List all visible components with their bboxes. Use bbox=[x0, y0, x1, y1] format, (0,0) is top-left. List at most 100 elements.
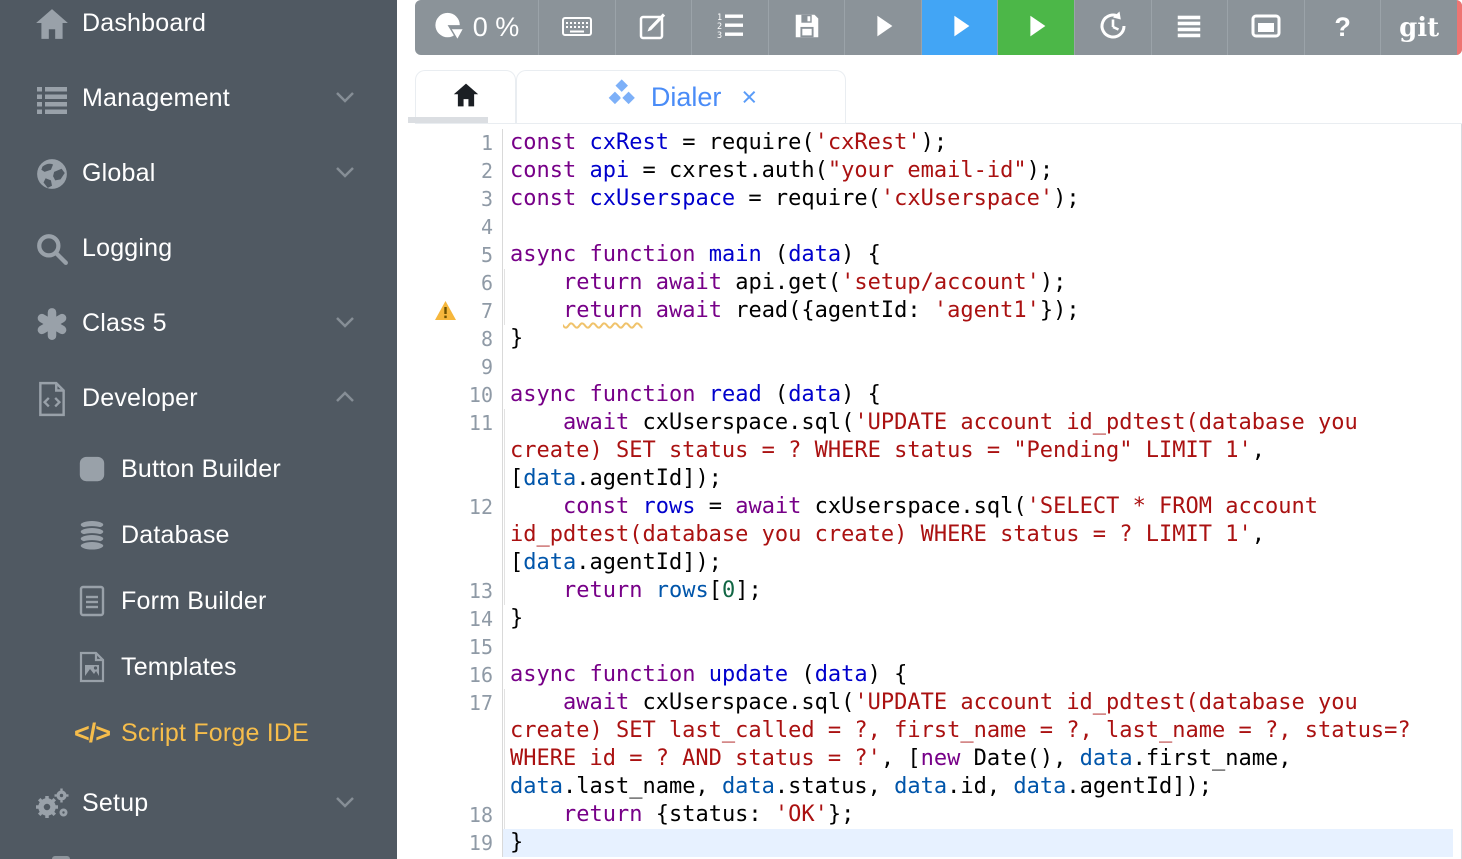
code-line-text[interactable]: return await api.get('setup/account'); bbox=[503, 269, 1453, 297]
tab-home[interactable] bbox=[415, 70, 516, 123]
sidebar-item-form-builder[interactable]: Form Builder bbox=[0, 568, 397, 634]
code-token[interactable]: data bbox=[523, 466, 576, 491]
code-token[interactable]: cxUserspace bbox=[589, 186, 735, 211]
code-line[interactable]: 15 bbox=[415, 633, 1461, 661]
code-token[interactable]: const bbox=[510, 158, 576, 183]
code-token[interactable]: const bbox=[510, 186, 576, 211]
code-token[interactable] bbox=[576, 242, 589, 267]
code-token[interactable]: [ bbox=[709, 578, 722, 603]
code-token[interactable]: await bbox=[656, 298, 722, 323]
code-token[interactable]: 'cxRest' bbox=[815, 130, 921, 155]
code-token[interactable] bbox=[510, 690, 563, 715]
sidebar-item-setup[interactable]: Setup bbox=[0, 766, 397, 841]
git-button[interactable]: git bbox=[1380, 0, 1457, 55]
code-token[interactable]: 0 bbox=[722, 578, 735, 603]
code-token[interactable]: = require( bbox=[735, 186, 881, 211]
code-token[interactable]: await bbox=[563, 690, 629, 715]
sidebar-item-script-forge-ide[interactable]: </> Script Forge IDE bbox=[0, 700, 397, 766]
code-token[interactable]: , [ bbox=[881, 746, 921, 771]
code-line-text[interactable]: const api = cxrest.auth("your email-id")… bbox=[503, 157, 1453, 185]
code-token[interactable] bbox=[576, 662, 589, 687]
code-line-text[interactable]: async function read (data) { bbox=[503, 381, 1453, 409]
progress-button[interactable]: 0 % bbox=[415, 0, 538, 55]
code-token[interactable]: }; bbox=[828, 802, 855, 827]
sidebar-item-class-5[interactable]: Class 5 bbox=[0, 286, 397, 361]
code-line[interactable]: 8} bbox=[415, 325, 1461, 353]
code-line-text[interactable]: } bbox=[503, 605, 1453, 633]
code-token[interactable] bbox=[510, 802, 563, 827]
code-token[interactable]: .first_name, bbox=[1133, 746, 1305, 771]
code-token[interactable]: Date(), bbox=[960, 746, 1079, 771]
code-token[interactable]: async bbox=[510, 382, 576, 407]
code-token[interactable] bbox=[510, 410, 563, 435]
code-line-text[interactable] bbox=[503, 353, 1453, 381]
code-token[interactable] bbox=[510, 270, 563, 295]
code-token[interactable]: function bbox=[589, 382, 695, 407]
code-token[interactable]: ) { bbox=[868, 662, 908, 687]
code-token[interactable] bbox=[695, 382, 708, 407]
code-token[interactable]: }); bbox=[1040, 298, 1080, 323]
code-token[interactable]: ); bbox=[1040, 270, 1067, 295]
code-token[interactable] bbox=[642, 578, 655, 603]
code-token[interactable]: } bbox=[510, 326, 523, 351]
code-token[interactable] bbox=[642, 298, 655, 323]
code-token[interactable]: api bbox=[589, 158, 629, 183]
code-token[interactable]: .last_name, bbox=[563, 774, 722, 799]
code-line-text[interactable]: const rows = await cxUserspace.sql('SELE… bbox=[503, 493, 1453, 577]
code-token[interactable] bbox=[642, 270, 655, 295]
code-token[interactable]: 'cxUserspace' bbox=[881, 186, 1053, 211]
keyboard-button[interactable] bbox=[538, 0, 615, 55]
code-line[interactable]: 16async function update (data) { bbox=[415, 661, 1461, 689]
code-token[interactable]: function bbox=[589, 242, 695, 267]
code-token[interactable]: data bbox=[1013, 774, 1066, 799]
code-line[interactable]: 5async function main (data) { bbox=[415, 241, 1461, 269]
code-token[interactable] bbox=[576, 186, 589, 211]
run-success-button[interactable] bbox=[997, 0, 1074, 55]
log-lines-button[interactable] bbox=[1151, 0, 1228, 55]
code-line[interactable]: 12 const rows = await cxUserspace.sql('S… bbox=[415, 493, 1461, 577]
code-token[interactable]: .agentId]); bbox=[576, 466, 722, 491]
code-token[interactable]: read({agentId: bbox=[722, 298, 934, 323]
code-line[interactable]: 13 return rows[0]; bbox=[415, 577, 1461, 605]
code-editor[interactable]: 1const cxRest = require('cxRest');2const… bbox=[415, 124, 1462, 859]
code-line[interactable]: 1const cxRest = require('cxRest'); bbox=[415, 129, 1461, 157]
code-line[interactable]: 14} bbox=[415, 605, 1461, 633]
code-token[interactable]: {status: bbox=[642, 802, 774, 827]
code-token[interactable]: read bbox=[709, 382, 762, 407]
code-token[interactable]: "your email-id" bbox=[828, 158, 1027, 183]
code-token[interactable]: async bbox=[510, 242, 576, 267]
code-token[interactable]: data bbox=[510, 774, 563, 799]
code-line-text[interactable]: await cxUserspace.sql('UPDATE account id… bbox=[503, 409, 1453, 493]
sidebar-item-database[interactable]: Database bbox=[0, 502, 397, 568]
code-line[interactable]: 17 await cxUserspace.sql('UPDATE account… bbox=[415, 689, 1461, 801]
ordered-list-button[interactable]: 123 bbox=[691, 0, 768, 55]
code-token[interactable] bbox=[576, 130, 589, 155]
code-token[interactable] bbox=[576, 158, 589, 183]
code-token[interactable]: data bbox=[523, 550, 576, 575]
code-token[interactable] bbox=[695, 242, 708, 267]
code-token[interactable] bbox=[695, 662, 708, 687]
code-line-text[interactable]: return {status: 'OK'}; bbox=[503, 801, 1453, 829]
code-token[interactable]: .status, bbox=[775, 774, 894, 799]
code-token[interactable]: ) { bbox=[841, 382, 881, 407]
code-token[interactable] bbox=[629, 494, 642, 519]
sidebar-item-developer[interactable]: Developer bbox=[0, 361, 397, 436]
sidebar-item-dashboard[interactable]: Dashboard bbox=[0, 0, 397, 61]
sidebar-item-global[interactable]: Global bbox=[0, 136, 397, 211]
code-token[interactable]: ); bbox=[1053, 186, 1080, 211]
code-token[interactable]: = cxrest.auth( bbox=[629, 158, 828, 183]
code-token[interactable] bbox=[510, 298, 563, 323]
sidebar-item-templates[interactable]: Templates bbox=[0, 634, 397, 700]
code-token[interactable]: data bbox=[788, 242, 841, 267]
code-line-text[interactable] bbox=[503, 633, 1453, 661]
code-line[interactable]: 10async function read (data) { bbox=[415, 381, 1461, 409]
code-token[interactable]: await bbox=[735, 494, 801, 519]
code-token[interactable]: cxRest bbox=[589, 130, 668, 155]
code-token[interactable]: main bbox=[709, 242, 762, 267]
code-token[interactable]: data bbox=[894, 774, 947, 799]
code-token[interactable]: 'agent1' bbox=[934, 298, 1040, 323]
code-token[interactable]: data bbox=[1080, 746, 1133, 771]
code-token[interactable]: = require( bbox=[669, 130, 815, 155]
code-area[interactable]: 1const cxRest = require('cxRest');2const… bbox=[415, 129, 1461, 857]
code-token[interactable]: await bbox=[656, 270, 722, 295]
